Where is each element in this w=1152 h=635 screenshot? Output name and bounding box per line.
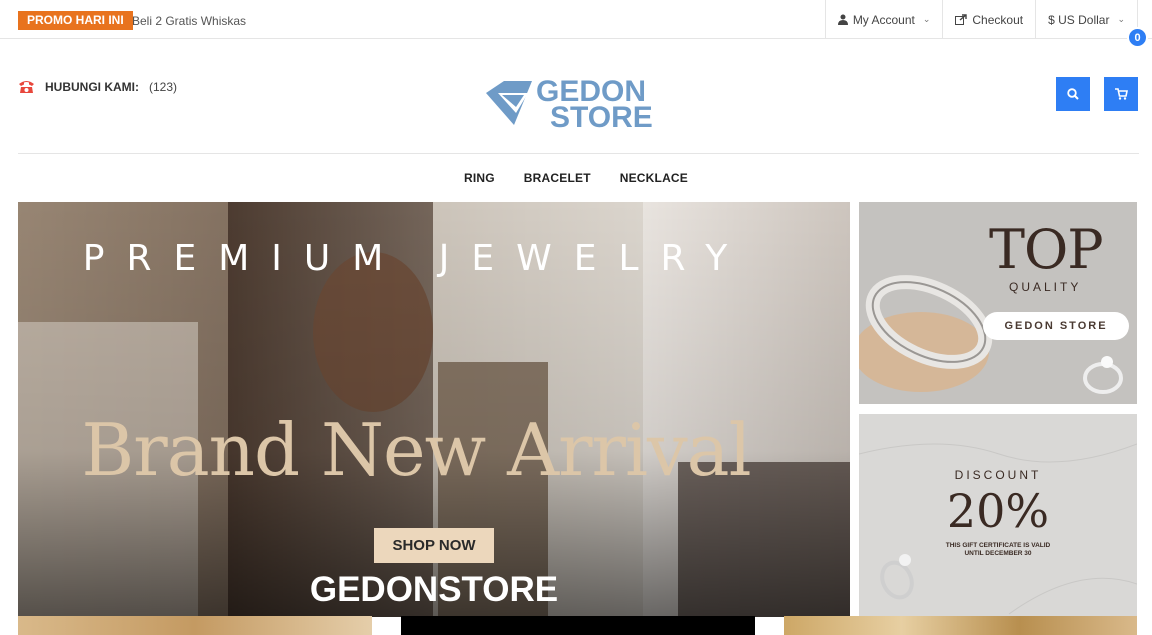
banner-top-word: TOP	[989, 218, 1104, 281]
top-bar: PROMO HARI INI Beli 2 Gratis Whiskas My …	[0, 0, 1152, 39]
header-divider	[18, 153, 1139, 154]
contact-number: (123)	[149, 79, 178, 94]
my-account-menu[interactable]: My Account ⌄	[824, 0, 943, 39]
logo-mark: GEDON STORE	[486, 75, 653, 134]
contact-info: HUBUNGI KAMI: (123)	[18, 79, 177, 94]
chevron-down-icon: ⌄	[922, 14, 931, 24]
chevron-down-icon: ⌄	[1117, 14, 1125, 24]
gift-note: THIS GIFT CERTIFICATE IS VALID UNTIL DEC…	[859, 542, 1137, 558]
site-logo[interactable]: GEDON STORE	[484, 73, 684, 134]
side-banner-discount[interactable]: DISCOUNT 20% THIS GIFT CERTIFICATE IS VA…	[859, 414, 1137, 616]
top-nav: My Account ⌄ Checkout $ US Dollar ⌄	[824, 0, 1138, 39]
user-icon	[837, 14, 848, 25]
promo-text: Beli 2 Gratis Whiskas	[132, 14, 247, 28]
share-icon	[955, 14, 968, 25]
contact-label: HUBUNGI KAMI:	[45, 79, 139, 94]
gift-note-line2: UNTIL DECEMBER 30	[964, 550, 1032, 557]
shop-now-button[interactable]: SHOP NOW	[374, 528, 494, 563]
gift-note-line1: THIS GIFT CERTIFICATE IS VALID	[945, 542, 1051, 549]
checkout-label: Checkout	[972, 12, 1024, 27]
nav-necklace[interactable]: NECKLACE	[620, 166, 688, 190]
cart-icon	[1114, 88, 1128, 100]
cart-button[interactable]	[1104, 77, 1138, 111]
search-icon	[1067, 88, 1079, 100]
hero-title: PREMIUM JEWELRY	[82, 238, 750, 279]
banner-store-pill: GEDON STORE	[983, 312, 1129, 340]
banner-quality-word: QUALITY	[1009, 280, 1082, 294]
cart-count-badge: 0	[1127, 27, 1148, 48]
nav-ring[interactable]: RING	[464, 166, 495, 190]
logo-text-store: STORE	[550, 101, 653, 129]
search-button[interactable]	[1056, 77, 1090, 111]
site-header: HUBUNGI KAMI: (123) GEDON STORE	[0, 39, 1152, 153]
my-account-label: My Account	[852, 12, 915, 27]
promo-badge: PROMO HARI INI	[18, 11, 133, 30]
category-thumb-2[interactable]	[401, 616, 755, 635]
nav-bracelet[interactable]: BRACELET	[524, 166, 591, 190]
currency-label: $ US Dollar	[1048, 12, 1110, 27]
currency-selector[interactable]: $ US Dollar ⌄	[1035, 0, 1138, 39]
hero-store-name: GEDONSTORE	[309, 570, 559, 609]
hero-subtitle: Brand New Arrival	[81, 408, 751, 492]
checkout-link[interactable]: Checkout	[942, 0, 1035, 39]
category-thumb-1[interactable]	[18, 616, 372, 635]
main-nav: RING BRACELET NECKLACE	[0, 166, 1152, 190]
category-thumb-3[interactable]	[784, 616, 1137, 635]
side-banner-top-quality[interactable]: TOP QUALITY GEDON STORE	[859, 202, 1137, 404]
phone-icon	[19, 81, 34, 93]
discount-label: DISCOUNT	[954, 468, 1042, 482]
discount-value: 20%	[946, 484, 1050, 538]
